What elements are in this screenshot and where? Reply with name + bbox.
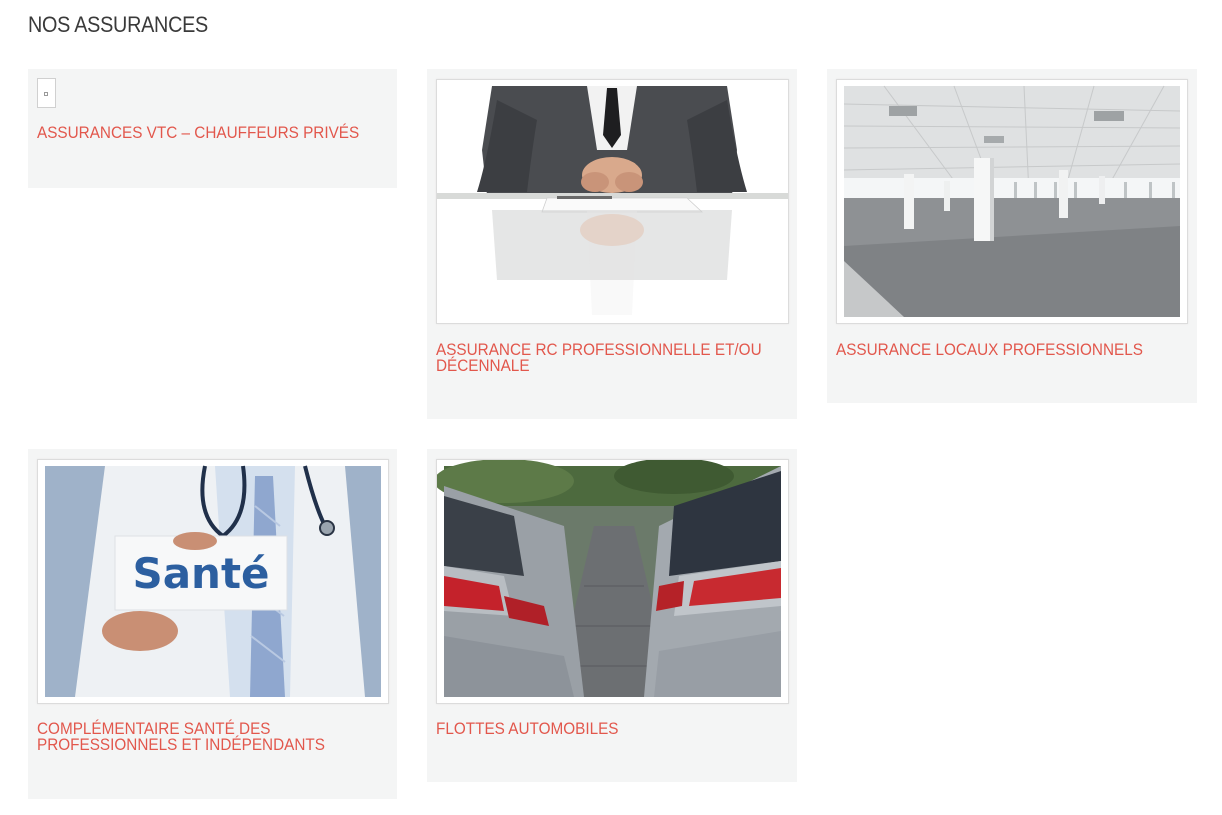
card-title[interactable]: COMPLÉMENTAIRE SANTÉ DES PROFESSIONNELS … xyxy=(37,720,402,753)
broken-image-icon[interactable] xyxy=(37,78,56,108)
doctor-sante-photo[interactable]: Santé xyxy=(37,459,389,704)
card-assurance-locaux-professionnels[interactable]: ASSURANCE LOCAUX PROFESSIONNELS xyxy=(827,69,1197,403)
card-title[interactable]: FLOTTES AUTOMOBILES xyxy=(436,720,802,737)
card-title[interactable]: ASSURANCE LOCAUX PROFESSIONNELS xyxy=(836,341,1202,358)
businessman-photo[interactable] xyxy=(436,79,789,324)
card-title[interactable]: ASSURANCE RC PROFESSIONNELLE ET/OU DÉCEN… xyxy=(436,341,802,374)
card-title[interactable]: ASSURANCES VTC – CHAUFFEURS PRIVÉS xyxy=(37,124,402,141)
card-complementaire-sante[interactable]: Santé COMPLÉMENTAIRE SANTÉ DES PROFESSIO… xyxy=(28,449,397,799)
parked-cars-photo[interactable] xyxy=(436,459,789,704)
page-title: NOS ASSURANCES xyxy=(28,12,208,37)
office-photo[interactable] xyxy=(836,79,1188,324)
card-flottes-automobiles[interactable]: FLOTTES AUTOMOBILES xyxy=(427,449,797,782)
card-assurance-rc-professionnelle[interactable]: ASSURANCE RC PROFESSIONNELLE ET/OU DÉCEN… xyxy=(427,69,797,419)
card-assurances-vtc[interactable]: ASSURANCES VTC – CHAUFFEURS PRIVÉS xyxy=(28,69,397,188)
sante-card-text: Santé xyxy=(132,549,269,598)
